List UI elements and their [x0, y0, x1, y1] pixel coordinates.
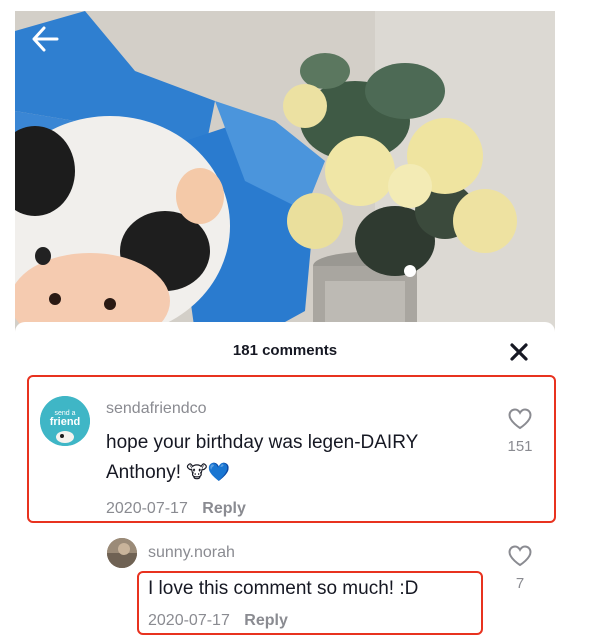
comment-username[interactable]: sunny.norah	[148, 544, 235, 562]
comments-count: 181 comments	[232, 342, 338, 359]
comments-header: 181 comments	[15, 322, 555, 378]
heart-outline-icon	[508, 545, 532, 567]
arrow-left-icon	[32, 26, 59, 52]
like-button[interactable]: 7	[500, 544, 540, 592]
highlight-box	[27, 375, 556, 523]
back-button[interactable]	[30, 24, 70, 64]
close-icon	[510, 343, 528, 361]
close-button[interactable]	[505, 338, 533, 366]
like-count: 7	[515, 575, 525, 592]
highlight-box	[137, 571, 483, 635]
video-frame[interactable]	[15, 11, 555, 333]
avatar-photo-image	[107, 538, 137, 568]
avatar[interactable]	[107, 538, 137, 568]
video-scene-image	[15, 11, 555, 333]
